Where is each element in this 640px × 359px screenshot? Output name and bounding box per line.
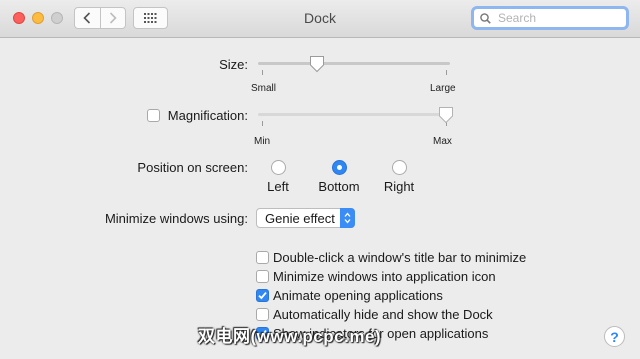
title-bar: Dock	[0, 0, 640, 38]
minimize-into-icon-checkbox[interactable]	[256, 270, 269, 283]
minimize-into-icon-label: Minimize windows into application icon	[273, 269, 496, 284]
position-bottom-radio[interactable]	[332, 160, 347, 175]
magnification-max-label: Max	[433, 136, 452, 147]
watermark: 双电网(www.pcpc.me)	[198, 327, 382, 346]
search-input[interactable]	[496, 10, 620, 26]
size-tick-max	[446, 70, 447, 75]
magnification-tick-min	[262, 121, 263, 126]
popup-arrows-icon	[340, 208, 355, 228]
minimize-effect-popup[interactable]: Genie effect	[256, 208, 355, 228]
checkmark-icon	[258, 292, 267, 300]
position-left-label: Left	[267, 179, 289, 194]
search-field[interactable]	[471, 6, 629, 30]
double-click-minimize-checkbox[interactable]	[256, 251, 269, 264]
size-max-label: Large	[430, 83, 456, 94]
magnification-checkbox[interactable]	[147, 109, 160, 122]
search-icon	[480, 12, 491, 24]
minimize-effect-value: Genie effect	[265, 210, 335, 226]
minimize-label: Minimize windows using:	[104, 211, 248, 226]
size-tick-min	[262, 70, 263, 75]
size-slider-thumb[interactable]	[309, 55, 325, 73]
autohide-dock-checkbox[interactable]	[256, 308, 269, 321]
help-button[interactable]: ?	[604, 326, 625, 347]
position-right-radio[interactable]	[392, 160, 407, 175]
magnification-min-label: Min	[254, 136, 271, 147]
autohide-dock-label: Automatically hide and show the Dock	[273, 307, 493, 322]
position-label: Position on screen:	[137, 160, 248, 175]
magnification-slider-track[interactable]	[258, 113, 450, 116]
position-right-label: Right	[383, 179, 415, 194]
magnification-label: Magnification:	[167, 108, 248, 123]
animate-opening-checkbox[interactable]	[256, 289, 269, 302]
size-slider-track[interactable]	[258, 62, 450, 65]
position-left-radio[interactable]	[271, 160, 286, 175]
magnification-slider-thumb[interactable]	[438, 106, 454, 124]
double-click-minimize-label: Double-click a window's title bar to min…	[273, 250, 527, 265]
size-label: Size:	[219, 57, 248, 72]
size-min-label: Small	[251, 83, 277, 94]
animate-opening-label: Animate opening applications	[273, 288, 443, 303]
